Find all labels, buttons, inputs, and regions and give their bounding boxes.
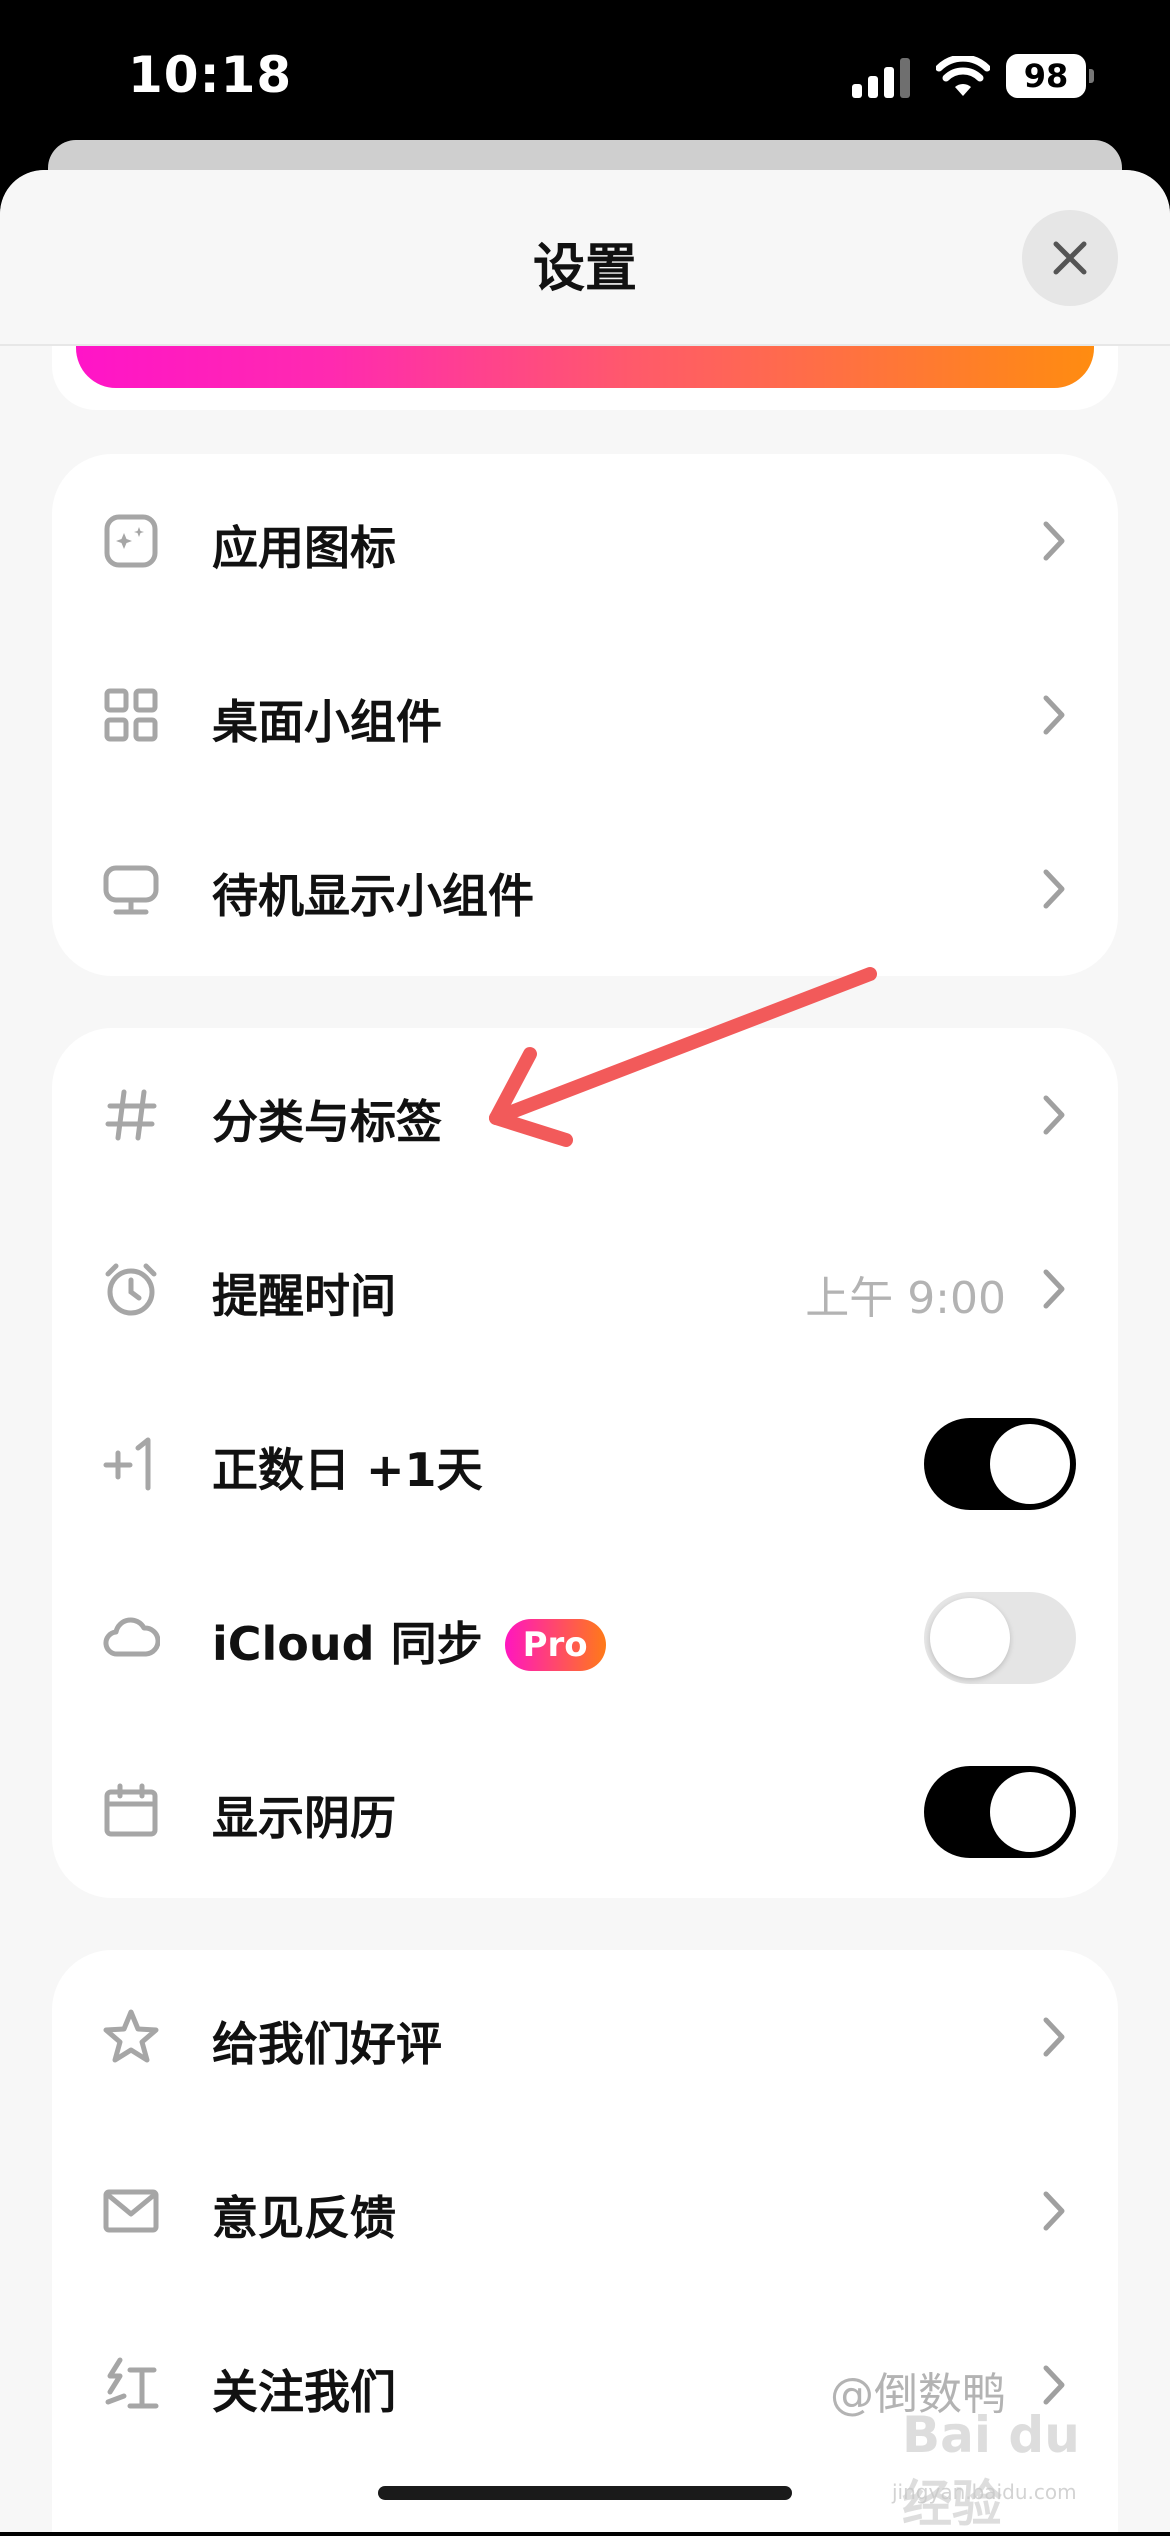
row-label: 分类与标签 (212, 1095, 442, 1149)
toggle-knob (990, 1424, 1070, 1504)
star-icon (103, 2009, 159, 2063)
pro-badge: Pro (504, 1619, 606, 1671)
chevron-right-icon (1043, 695, 1065, 735)
row-label: 应用图标 (212, 521, 396, 575)
row-label: 意见反馈 (212, 2191, 396, 2245)
icloud-sync-toggle[interactable] (924, 1592, 1076, 1684)
row-label: 正数日 +1天 (212, 1443, 483, 1497)
chevron-right-icon (1043, 521, 1065, 561)
icloud-sync-label: iCloud 同步 (212, 1617, 483, 1671)
status-time: 10:18 (128, 46, 293, 104)
row-label: 显示阴历 (212, 1791, 396, 1845)
chevron-right-icon (1043, 2365, 1065, 2405)
row-icloud-sync: iCloud 同步 Pro (52, 1550, 1118, 1724)
lunar-calendar-toggle[interactable] (924, 1766, 1076, 1858)
row-app-icon[interactable]: 应用图标 (52, 454, 1118, 628)
chevron-right-icon (1043, 1095, 1065, 1135)
plus-one-icon (103, 1437, 151, 1491)
row-label: 给我们好评 (212, 2017, 442, 2071)
row-rate-us[interactable]: 给我们好评 (52, 1950, 1118, 2124)
sheet-header: 设置 (0, 170, 1170, 346)
hashtag-icon (105, 1089, 157, 1141)
home-indicator[interactable] (378, 2486, 792, 2500)
toggle-knob (930, 1598, 1010, 1678)
battery-level: 98 (1023, 57, 1069, 95)
cellular-signal-icon (852, 58, 910, 98)
row-lunar-calendar: 显示阴历 (52, 1724, 1118, 1898)
row-label: 桌面小组件 (212, 695, 442, 749)
standby-display-icon (103, 865, 159, 915)
chevron-right-icon (1043, 869, 1065, 909)
baidu-jingyan-watermark: Bai du 经验 jingyan.baidu.com (884, 2406, 1104, 2533)
rednote-icon (105, 2357, 159, 2409)
close-button[interactable] (1022, 210, 1118, 306)
watermark-logo: Bai du 经验 (902, 2406, 1080, 2533)
row-label: 关注我们 (212, 2365, 396, 2419)
row-feedback[interactable]: 意见反馈 (52, 2124, 1118, 2298)
row-desktop-widgets[interactable]: 桌面小组件 (52, 628, 1118, 802)
close-icon (1053, 241, 1087, 275)
count-day-plus-one-toggle[interactable] (924, 1418, 1076, 1510)
toggle-knob (990, 1772, 1070, 1852)
chevron-right-icon (1043, 1269, 1065, 1309)
watermark-url: jingyan.baidu.com (892, 2480, 1077, 2504)
annotation-arrow-icon (489, 967, 877, 1147)
widgets-icon (104, 688, 158, 742)
row-label: iCloud 同步 Pro (212, 1608, 606, 1674)
status-bar: 10:18 98 (0, 0, 1170, 150)
chevron-right-icon (1043, 2191, 1065, 2231)
settings-sheet: 设置 应用图标 桌面小组件 待机显示小组件 分类与标签 提醒时间 上午 9:00… (0, 170, 1170, 2532)
pro-banner-gradient (76, 346, 1094, 388)
row-count-day-plus-one: 正数日 +1天 (52, 1376, 1118, 1550)
calendar-icon (104, 1783, 158, 1837)
cloud-icon (103, 1617, 160, 1657)
page-title: 设置 (532, 239, 637, 299)
wifi-icon (936, 56, 990, 96)
chevron-right-icon (1043, 2017, 1065, 2057)
alarm-clock-icon (105, 1263, 157, 1316)
app-icon (104, 514, 158, 568)
mail-icon (103, 2189, 159, 2233)
row-reminder-time[interactable]: 提醒时间 上午 9:00 (52, 1202, 1118, 1376)
row-label: 提醒时间 (212, 1269, 396, 1323)
battery-icon: 98 (1006, 54, 1094, 98)
reminder-time-value: 上午 9:00 (805, 1273, 1006, 1324)
